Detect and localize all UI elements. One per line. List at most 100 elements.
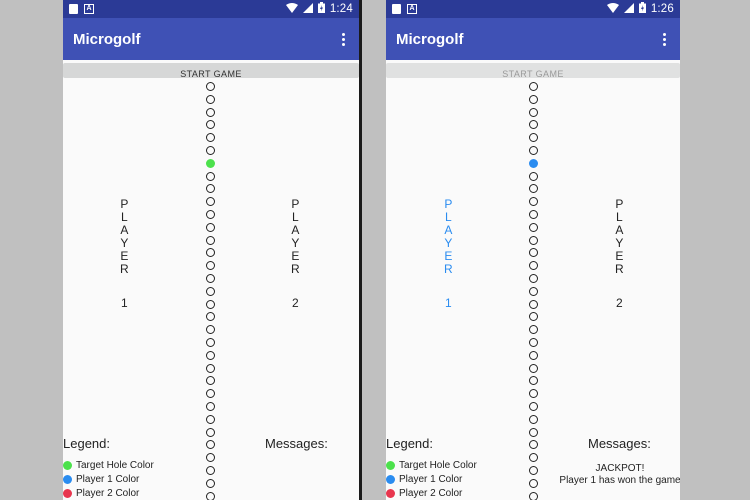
player-letter: A [291, 222, 300, 237]
hole-column [206, 82, 215, 500]
player-letter: E [291, 248, 300, 263]
legend-title: Legend: [386, 436, 433, 451]
player-letter: R [615, 261, 624, 276]
hole [529, 145, 538, 155]
hole [206, 120, 215, 130]
hole [206, 184, 215, 194]
legend-label: Player 1 Color [399, 474, 463, 485]
player-letter: E [120, 248, 129, 263]
status-bar: A 1:24 [63, 0, 359, 18]
hole [206, 376, 215, 386]
legend-item-player1: Player 1 Color [63, 474, 139, 485]
player-letter: Y [120, 235, 129, 250]
start-game-button[interactable]: START GAME [63, 63, 359, 78]
target-color-dot [63, 461, 72, 470]
hole [206, 222, 215, 232]
overflow-menu-icon[interactable] [338, 29, 349, 50]
hole [206, 478, 215, 488]
hole [529, 376, 538, 386]
legend-item-player2: Player 2 Color [386, 488, 462, 499]
legend-label: Player 2 Color [399, 488, 463, 499]
hole [206, 145, 215, 155]
legend-item-player1: Player 1 Color [386, 474, 462, 485]
player2-color-dot [63, 489, 72, 498]
status-time: 1:24 [329, 3, 353, 15]
target-color-dot [386, 461, 395, 470]
sd-card-icon [392, 4, 401, 14]
player-2-label: PLAYER 2 [615, 198, 624, 310]
hole [206, 171, 215, 181]
hole [206, 414, 215, 424]
hole [206, 427, 215, 437]
player-letter: Y [444, 235, 453, 250]
hole [529, 197, 538, 207]
legend-label: Target Hole Color [76, 460, 154, 471]
hole [206, 350, 215, 360]
player-letter: R [291, 261, 300, 276]
hole [529, 94, 538, 104]
legend-label: Player 2 Color [76, 488, 140, 499]
player-letter: E [444, 248, 453, 263]
hole [206, 273, 215, 283]
app-bar: Microgolf [63, 18, 359, 60]
legend-item-player2: Player 2 Color [63, 488, 139, 499]
hole [206, 107, 215, 117]
player1-color-dot [63, 475, 72, 484]
hole [206, 209, 215, 219]
hole [206, 465, 215, 475]
player-letter: P [444, 197, 453, 211]
hole [529, 286, 538, 296]
hole [206, 363, 215, 373]
messages-title: Messages: [265, 436, 328, 451]
hole [206, 248, 215, 258]
hole [529, 120, 538, 130]
hole-column [529, 82, 538, 500]
hole [206, 133, 215, 143]
app-title: Microgolf [73, 30, 141, 48]
hole [529, 184, 538, 194]
hole [529, 209, 538, 219]
hole [529, 82, 538, 91]
hole [206, 325, 215, 335]
hole [206, 440, 215, 450]
notification-a-icon: A [84, 4, 94, 14]
player-1-label: PLAYER 1 [444, 198, 453, 310]
legend-title: Legend: [63, 436, 110, 451]
phone-screen-right: A 1:26 Microgolf START GAME PLAYER1 PLAY… [386, 0, 680, 500]
phone-screen-left: A 1:24 Microgolf START GAME PLAYER1 PLAY… [63, 0, 359, 500]
hole [529, 248, 538, 258]
message-line: Player 1 has won the game [559, 475, 680, 486]
player-letter: E [615, 248, 624, 263]
hole [529, 414, 538, 424]
battery-icon [638, 2, 646, 16]
player-letter: L [120, 209, 128, 224]
hole [206, 401, 215, 411]
hole [206, 337, 215, 347]
hole-highlighted [206, 158, 215, 168]
legend-label: Player 1 Color [76, 474, 140, 485]
message-text: JACKPOT! Player 1 has won the game [555, 463, 680, 487]
hole [529, 133, 538, 143]
player-number: 1 [120, 296, 128, 311]
signal-icon [302, 2, 313, 16]
player-letter: Y [291, 235, 300, 250]
player-1-label: PLAYER 1 [120, 198, 129, 310]
player-letter: P [291, 197, 300, 211]
player-number: 2 [291, 296, 299, 311]
signal-icon [623, 2, 634, 16]
player-letter: R [120, 261, 129, 276]
hole [529, 107, 538, 117]
hole [529, 401, 538, 411]
player-2-label: PLAYER 2 [291, 198, 300, 310]
hole [529, 465, 538, 475]
hole [529, 478, 538, 488]
app-title: Microgolf [396, 30, 464, 48]
hole [206, 389, 215, 399]
player-letter: A [120, 222, 129, 237]
hole [529, 337, 538, 347]
start-game-button-disabled[interactable]: START GAME [386, 63, 680, 78]
hole [206, 491, 215, 500]
hole [529, 261, 538, 271]
player-letter: Y [615, 235, 624, 250]
overflow-menu-icon[interactable] [659, 29, 670, 50]
